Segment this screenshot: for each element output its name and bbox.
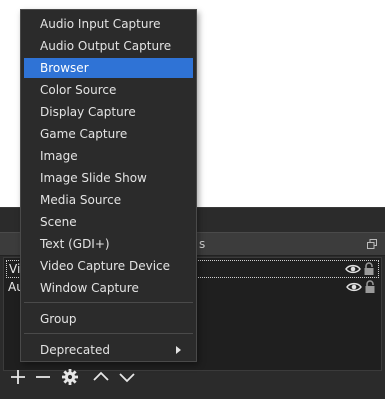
menu-item-audio-output-capture[interactable]: Audio Output Capture — [24, 36, 193, 56]
eye-icon[interactable] — [345, 263, 361, 275]
menu-item-deprecated[interactable]: Deprecated — [24, 340, 193, 360]
sources-toolbar — [3, 365, 203, 391]
menu-item-text-gdi[interactable]: Text (GDI+) — [24, 234, 193, 254]
add-source-menu: Audio Input Capture Audio Output Capture… — [20, 9, 197, 362]
menu-item-browser[interactable]: Browser — [24, 58, 193, 78]
menu-item-audio-input-capture[interactable]: Audio Input Capture — [24, 14, 193, 34]
dock-title: s — [199, 237, 206, 251]
menu-item-window-capture[interactable]: Window Capture — [24, 278, 193, 298]
menu-separator — [24, 333, 193, 334]
menu-item-group[interactable]: Group — [24, 309, 193, 329]
menu-item-scene[interactable]: Scene — [24, 212, 193, 232]
menu-item-game-capture[interactable]: Game Capture — [24, 124, 193, 144]
chevron-down-icon[interactable] — [116, 366, 138, 388]
menu-item-display-capture[interactable]: Display Capture — [24, 102, 193, 122]
submenu-arrow-icon — [176, 346, 181, 354]
menu-separator — [24, 302, 193, 303]
chevron-up-icon[interactable] — [90, 366, 112, 388]
minus-icon[interactable] — [32, 366, 54, 388]
plus-icon[interactable] — [7, 366, 29, 388]
eye-icon[interactable] — [346, 281, 362, 293]
lock-icon[interactable] — [364, 280, 376, 294]
menu-item-video-capture-device[interactable]: Video Capture Device — [24, 256, 193, 276]
menu-item-image[interactable]: Image — [24, 146, 193, 166]
lock-icon[interactable] — [363, 262, 375, 276]
menu-item-deprecated-label: Deprecated — [40, 343, 110, 357]
menu-item-color-source[interactable]: Color Source — [24, 80, 193, 100]
gear-icon[interactable] — [59, 366, 81, 388]
menu-item-media-source[interactable]: Media Source — [24, 190, 193, 210]
menu-item-image-slide-show[interactable]: Image Slide Show — [24, 168, 193, 188]
float-dock-icon[interactable] — [367, 239, 377, 249]
